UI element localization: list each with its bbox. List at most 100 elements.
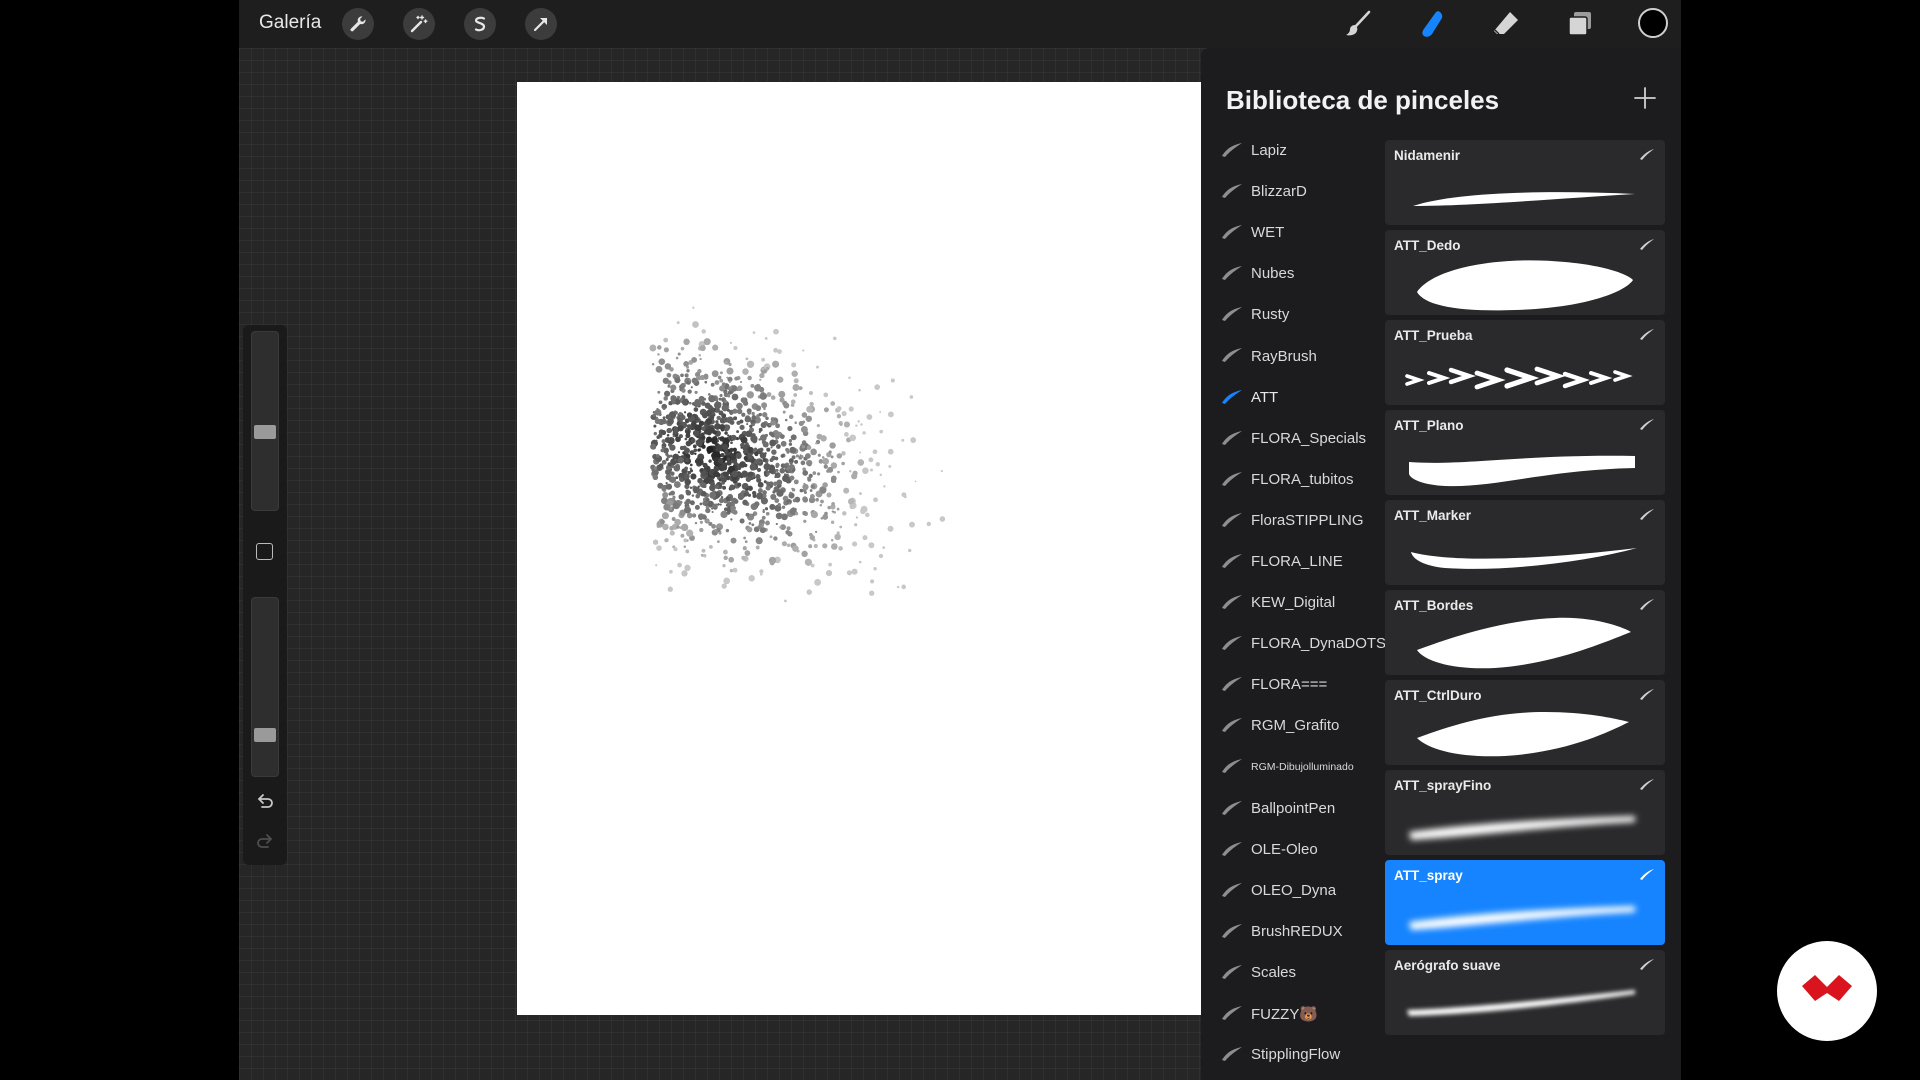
redo-icon: [257, 834, 273, 848]
brush-set-label: ATT: [1251, 388, 1279, 406]
brush-set-item[interactable]: RGM-Dibujolluminado: [1201, 746, 1388, 787]
brush-set-icon: [1222, 1047, 1242, 1062]
magic-wand-icon: [410, 15, 428, 33]
undo-button[interactable]: [253, 790, 277, 814]
paint-tool-button[interactable]: [1340, 6, 1376, 42]
brush-set-icon: [1222, 307, 1242, 322]
brush-stroke-preview: [1417, 712, 1629, 757]
brush-card[interactable]: ATT_CtrlDuro: [1385, 680, 1665, 765]
adjustments-button[interactable]: [403, 8, 435, 40]
brush-set-label: BlizzarD: [1251, 183, 1307, 201]
wrench-icon: [350, 16, 366, 32]
brush-card[interactable]: ATT_Bordes: [1385, 590, 1665, 675]
eraser-tool-button[interactable]: [1488, 6, 1524, 42]
brush-card[interactable]: ATT_Dedo: [1385, 230, 1665, 315]
brand-logo-icon: [1802, 975, 1852, 1001]
brush-set-item[interactable]: FLORA_Specials: [1201, 418, 1388, 459]
brush-stroke-preview: [1417, 617, 1631, 669]
brush-set-icon: [1222, 1005, 1242, 1020]
brush-set-label: WET: [1251, 224, 1285, 242]
brush-set-item[interactable]: OLEO_Dyna: [1201, 870, 1388, 911]
brush-stroke-preview: [1407, 990, 1635, 1016]
brush-set-item[interactable]: StipplingFlow: [1201, 1034, 1388, 1075]
brush-set-item[interactable]: KEW_Digital: [1201, 582, 1388, 623]
brush-set-label: KEW_Digital: [1251, 594, 1336, 612]
drawing-canvas[interactable]: [517, 82, 1202, 1015]
transform-button[interactable]: [525, 8, 557, 40]
opacity-slider[interactable]: [251, 597, 279, 777]
brush-stroke-preview: [1413, 192, 1635, 206]
brush-set-item[interactable]: FLORA_LINE: [1201, 541, 1388, 582]
layers-button[interactable]: [1562, 6, 1598, 42]
brush-set-item[interactable]: BrushREDUX: [1201, 911, 1388, 952]
brush-card[interactable]: ATT_Plano: [1385, 410, 1665, 495]
brush-set-label: RGM-Dibujolluminado: [1251, 760, 1354, 773]
brush-set-item[interactable]: BallpointPen: [1201, 788, 1388, 829]
brush-set-item[interactable]: FUZZY🐻: [1201, 993, 1388, 1034]
brush-stroke-preview: [1409, 906, 1635, 930]
brush-set-item[interactable]: FLORA===: [1201, 664, 1388, 705]
brush-card[interactable]: ATT_sprayFino: [1385, 770, 1665, 855]
brush-set-label: FLORA===: [1251, 676, 1328, 694]
brush-card[interactable]: ATT_spray: [1385, 860, 1665, 945]
actions-button[interactable]: [342, 8, 374, 40]
brush-set-item[interactable]: Lapiz: [1201, 130, 1388, 171]
brush-set-label: RayBrush: [1251, 347, 1317, 365]
brush-set-icon: [1222, 800, 1242, 815]
eraser-icon: [1494, 12, 1518, 35]
brush-set-icon: [1222, 882, 1242, 897]
brush-set-icon: [1222, 430, 1242, 445]
brush-size-handle[interactable]: [254, 424, 276, 439]
color-picker-button[interactable]: [1638, 8, 1668, 38]
panel-title: Biblioteca de pinceles: [1226, 85, 1500, 115]
brush-set-icon: [1222, 471, 1242, 486]
selection-button[interactable]: [464, 8, 496, 40]
layers-icon: [1568, 12, 1591, 36]
brush-card[interactable]: ATT_Marker: [1385, 500, 1665, 585]
brush-set-label: FUZZY🐻: [1251, 1005, 1319, 1023]
procreate-app: Galería Biblioteca de pinceles Lapiz Bli…: [239, 0, 1681, 1080]
brush-library-panel: Biblioteca de pinceles Lapiz BlizzarD WET N…: [1201, 48, 1681, 1080]
brush-set-label: Lapiz: [1251, 142, 1287, 160]
undo-icon: [257, 794, 273, 808]
plus-icon[interactable]: [1631, 84, 1659, 112]
brush-set-icon: [1222, 677, 1242, 692]
brush-stroke-preview: [1411, 548, 1637, 569]
brush-set-item[interactable]: ATT: [1201, 377, 1388, 418]
smudge-tool-button[interactable]: [1414, 6, 1450, 42]
brush-set-label: FLORA_LINE: [1251, 552, 1343, 570]
brush-set-item[interactable]: Rusty: [1201, 294, 1388, 335]
brush-set-item[interactable]: FloraSTIPPLING: [1201, 500, 1388, 541]
brush-set-item[interactable]: OLE-Oleo: [1201, 829, 1388, 870]
brush-sets-list: Lapiz BlizzarD WET Nubes Rusty RayBrush ATT FLO…: [1201, 130, 1388, 1075]
brush-set-label: FLORA_Specials: [1251, 429, 1367, 447]
brush-card[interactable]: Aerógrafo suave: [1385, 950, 1665, 1035]
modify-square-icon[interactable]: [256, 543, 273, 560]
brush-card[interactable]: ATT_Prueba: [1385, 320, 1665, 405]
brush-set-item[interactable]: RGM_Grafito: [1201, 705, 1388, 746]
brush-set-item[interactable]: Nubes: [1201, 253, 1388, 294]
brush-set-icon: [1222, 225, 1242, 240]
brush-set-label: OLEO_Dyna: [1251, 881, 1337, 899]
brush-set-icon: [1222, 266, 1242, 281]
brush-set-icon: [1222, 718, 1242, 733]
top-toolbar: Galería: [239, 0, 1681, 48]
opacity-handle[interactable]: [254, 727, 276, 742]
stipple-artwork: [649, 306, 946, 603]
brush-card[interactable]: Nidamenir: [1385, 140, 1665, 225]
brush-set-label: FLORA_tubitos: [1251, 470, 1354, 488]
brush-set-item[interactable]: RayBrush: [1201, 335, 1388, 376]
brush-size-slider[interactable]: [251, 331, 279, 511]
brush-set-item[interactable]: WET: [1201, 212, 1388, 253]
brush-set-label: Scales: [1251, 963, 1297, 981]
brush-set-item[interactable]: Scales: [1201, 952, 1388, 993]
selection-icon: [474, 16, 486, 32]
brush-set-item[interactable]: BlizzarD: [1201, 171, 1388, 212]
brush-set-item[interactable]: FLORA_tubitos: [1201, 459, 1388, 500]
brush-set-icon: [1222, 143, 1242, 157]
brush-set-item[interactable]: FLORA_DynaDOTS: [1201, 623, 1388, 664]
brush-set-icon: [1222, 636, 1242, 651]
redo-button[interactable]: [253, 830, 277, 854]
gallery-button[interactable]: Galería: [259, 12, 321, 34]
brush-set-label: FLORA_DynaDOTS: [1251, 635, 1387, 653]
